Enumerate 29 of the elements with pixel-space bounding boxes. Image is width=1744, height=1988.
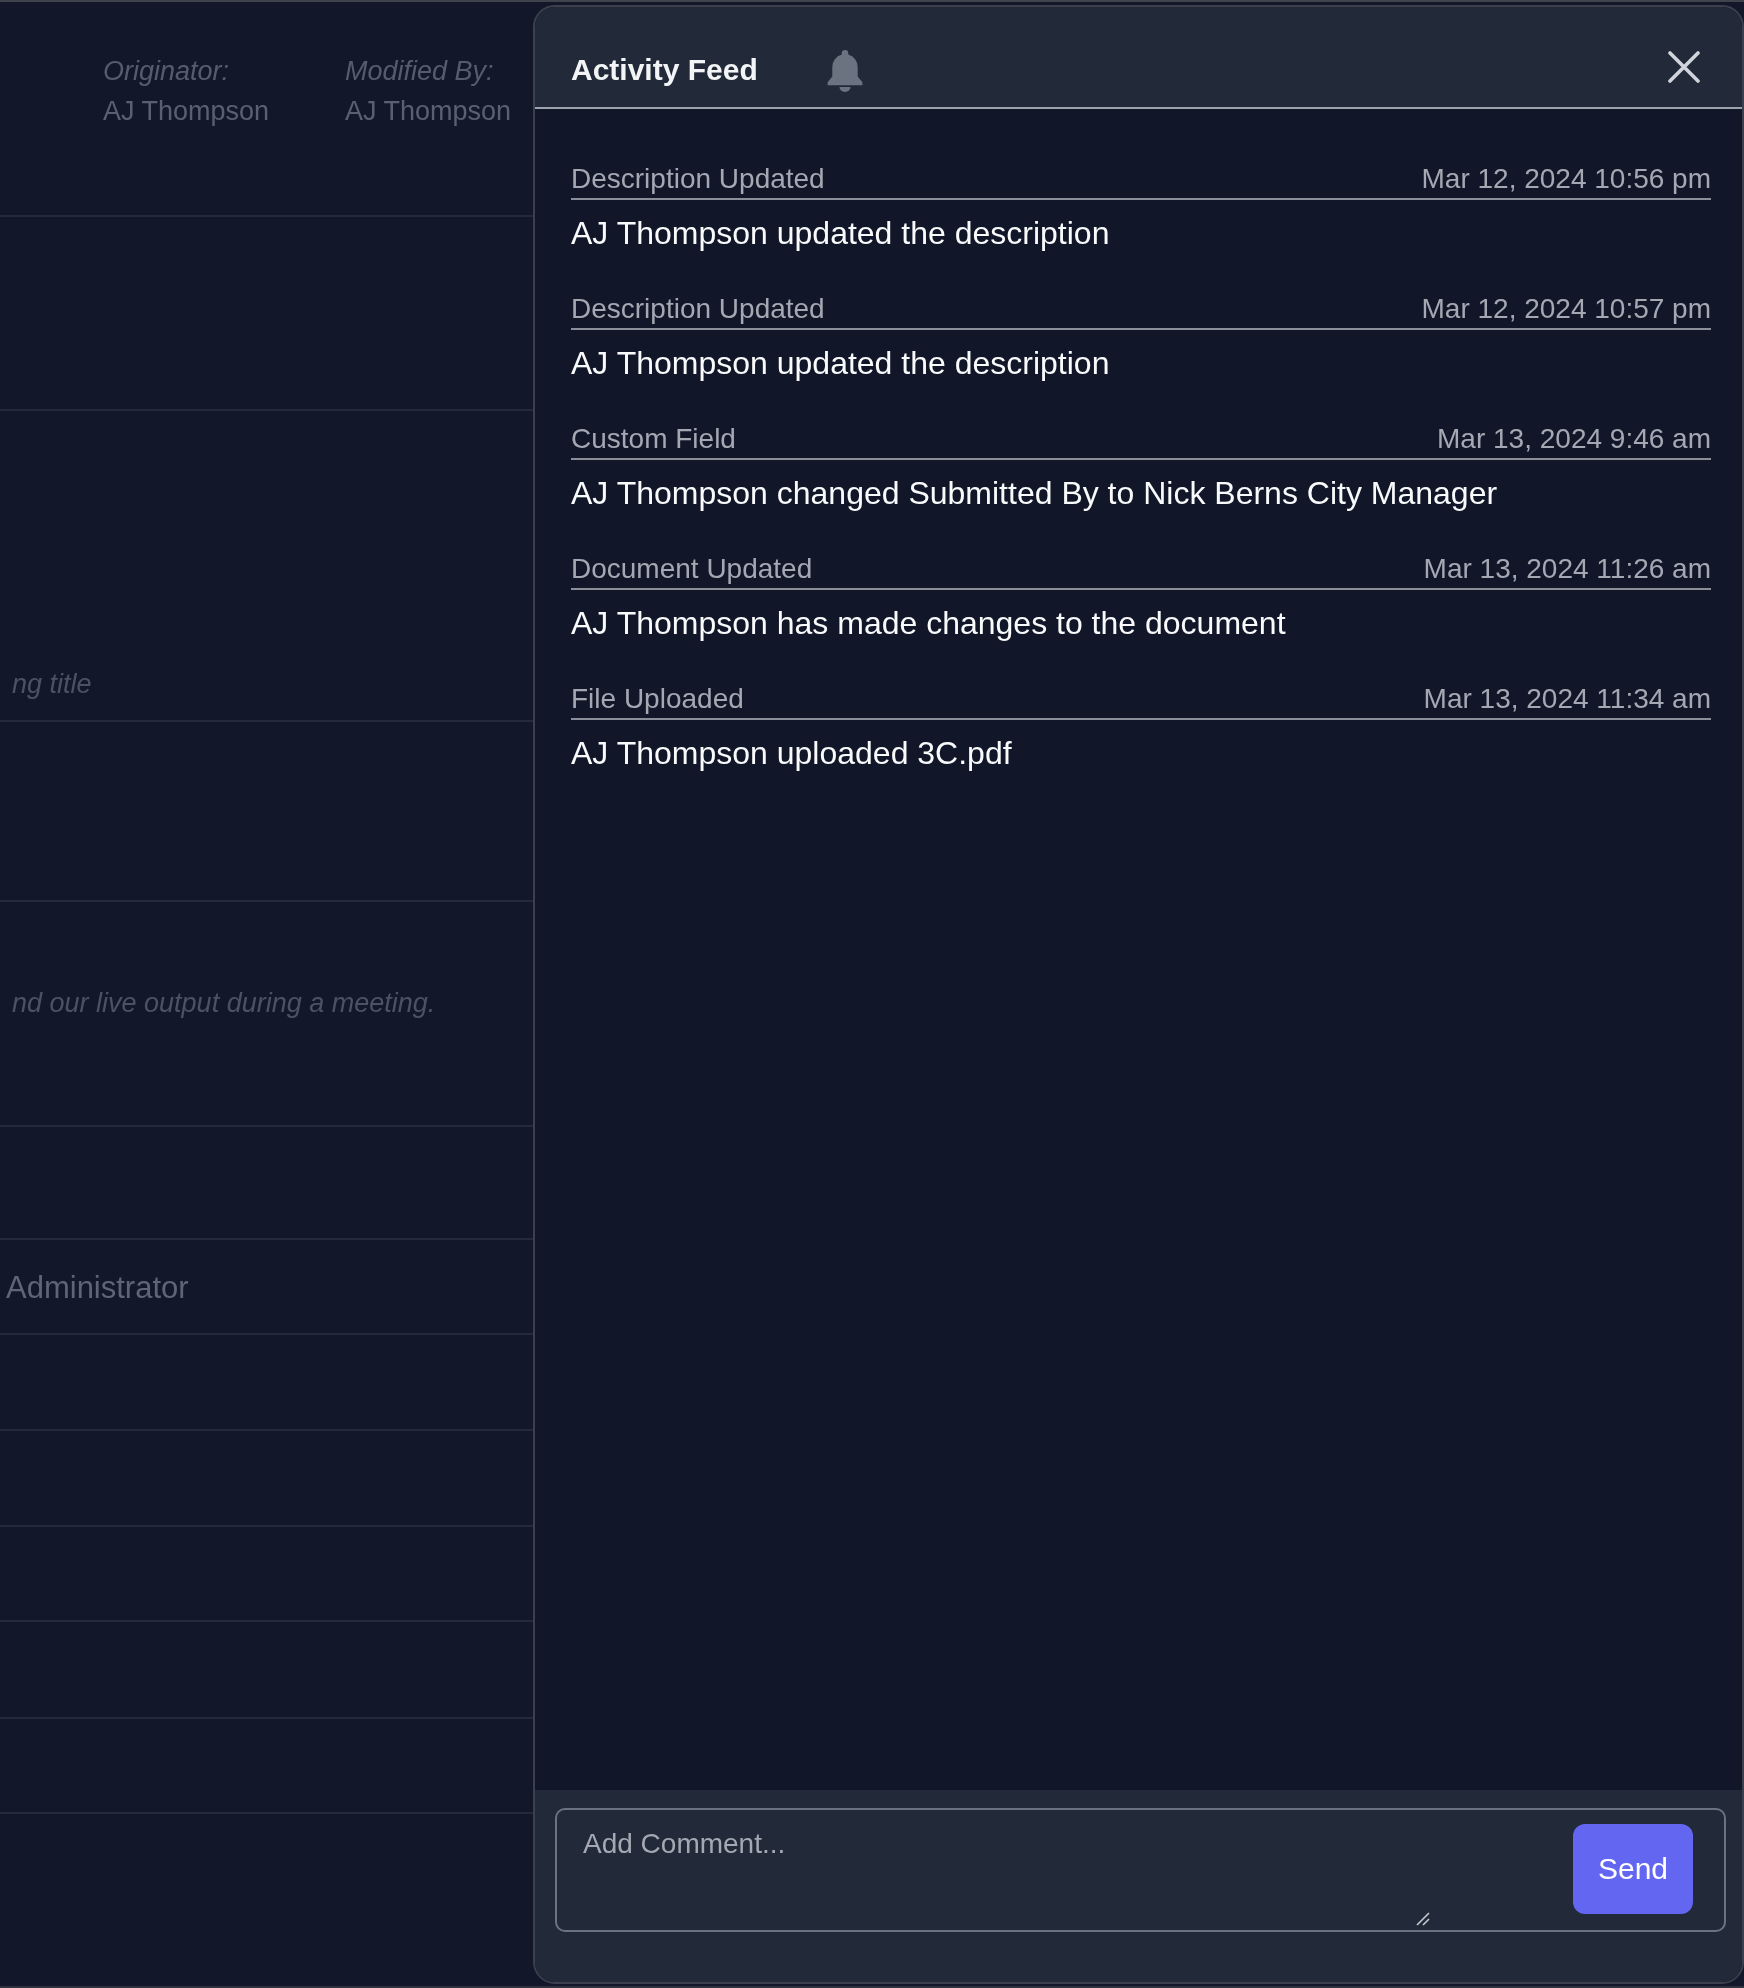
- activity-message: AJ Thompson has made changes to the document: [571, 604, 1286, 642]
- activity-type: Document Updated: [571, 553, 813, 585]
- close-button[interactable]: [1668, 51, 1700, 83]
- bell-icon[interactable]: [825, 50, 864, 92]
- activity-time: Mar 12, 2024 10:56 pm: [1421, 163, 1711, 195]
- activity-message: AJ Thompson changed Submitted By to Nick Berns City Manager: [571, 474, 1498, 512]
- activity-message: AJ Thompson updated the description: [571, 214, 1110, 252]
- originator-value: AJ Thompson: [103, 95, 270, 128]
- panel-title: Activity Feed: [571, 53, 758, 87]
- field-value: Administrator: [5, 1269, 189, 1307]
- activity-type: File Uploaded: [571, 683, 744, 715]
- text-field[interactable]: nd our live output during a meeting.: [0, 983, 533, 1023]
- send-button[interactable]: Send: [1573, 1824, 1693, 1914]
- modified-by-value: AJ Thompson: [345, 95, 512, 128]
- activity-time: Mar 13, 2024 11:26 am: [1423, 553, 1711, 585]
- activity-type: Description Updated: [571, 293, 825, 325]
- activity-message: AJ Thompson uploaded 3C.pdf: [571, 734, 1012, 772]
- close-icon: [1668, 51, 1700, 83]
- activity-time: Mar 13, 2024 11:34 am: [1423, 683, 1711, 715]
- activity-message: AJ Thompson updated the description: [571, 344, 1110, 382]
- activity-type: Custom Field: [571, 423, 736, 455]
- originator-label: Originator:: [103, 55, 230, 88]
- activity-time: Mar 12, 2024 10:57 pm: [1421, 293, 1711, 325]
- comment-field[interactable]: Add Comment... Send: [555, 1808, 1726, 1932]
- activity-type: Description Updated: [571, 163, 825, 195]
- text-field[interactable]: ng title: [0, 664, 533, 704]
- modified-by-label: Modified By:: [345, 55, 494, 88]
- activity-time: Mar 13, 2024 9:46 am: [1437, 423, 1711, 455]
- resize-handle-icon[interactable]: [1416, 1912, 1430, 1926]
